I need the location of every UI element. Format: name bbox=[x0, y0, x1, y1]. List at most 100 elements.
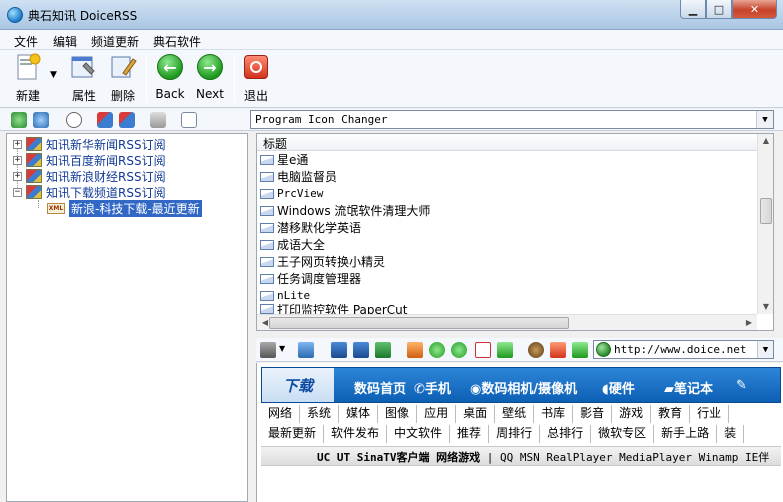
tree-item-sina-tech-download[interactable]: XML 新浪-科技下载-最近更新 bbox=[47, 199, 202, 217]
page-icon[interactable] bbox=[331, 342, 347, 358]
subnav-link[interactable]: 系统 bbox=[300, 405, 340, 423]
nav-camera[interactable]: ◉数码相机/摄像机 bbox=[470, 378, 577, 397]
banner-links[interactable]: | QQ MSN RealPlayer MediaPlayer Winamp I… bbox=[480, 451, 770, 464]
list-horizontal-scrollbar[interactable]: ◀ ▶ bbox=[257, 314, 757, 330]
close-button[interactable]: ✕ bbox=[732, 0, 777, 19]
list-item[interactable]: nLite bbox=[260, 287, 310, 304]
list-item[interactable]: Windows 流氓软件清理大师 bbox=[260, 202, 430, 219]
scroll-down-icon[interactable]: ▼ bbox=[758, 302, 773, 311]
horizontal-splitter[interactable] bbox=[256, 331, 774, 337]
tree-item-xinhua[interactable]: + 知讯新华新闻RSS订阅 bbox=[13, 136, 166, 152]
subnav-link[interactable]: 新手上路 bbox=[654, 425, 718, 443]
menu-doice-software[interactable]: 典石软件 bbox=[153, 33, 201, 50]
column-header-title[interactable]: 标题 bbox=[257, 134, 757, 151]
new-dropdown-icon[interactable]: ▼ bbox=[50, 70, 57, 80]
tree-item-sina-finance[interactable]: + 知讯新浪财经RSS订阅 bbox=[13, 168, 166, 184]
vertical-splitter[interactable] bbox=[248, 133, 256, 502]
fullscreen-icon[interactable] bbox=[375, 342, 391, 358]
subnav-link[interactable]: 图像 bbox=[378, 405, 418, 423]
scroll-thumb[interactable] bbox=[269, 317, 569, 329]
browser-forward-icon[interactable] bbox=[451, 342, 467, 358]
chevron-down-icon[interactable]: ▼ bbox=[757, 341, 773, 358]
print-icon[interactable] bbox=[260, 342, 276, 358]
subnav-link[interactable]: 应用 bbox=[417, 405, 457, 423]
update-globe-icon[interactable] bbox=[33, 112, 49, 128]
site-logo[interactable]: 下载 bbox=[262, 368, 334, 402]
nav-laptop[interactable]: ▰笔记本 bbox=[664, 378, 713, 397]
subnav-link[interactable]: 书库 bbox=[534, 405, 574, 423]
address-bar[interactable]: http://www.doice.net ▼ bbox=[593, 340, 774, 359]
list-item[interactable]: 电脑监督员 bbox=[260, 168, 337, 185]
nav-more-icon[interactable]: ✎ bbox=[736, 378, 747, 393]
subnav-link[interactable]: 周排行 bbox=[489, 425, 541, 443]
banner-links-bold[interactable]: UC UT SinaTV客户端 网络游戏 bbox=[317, 451, 480, 464]
favorites-icon[interactable] bbox=[550, 342, 566, 358]
subnav-link[interactable]: 装 bbox=[717, 425, 745, 443]
expand-icon[interactable]: + bbox=[13, 139, 22, 149]
add-feed-icon[interactable] bbox=[97, 112, 113, 128]
subnav-link[interactable]: 软件发布 bbox=[324, 425, 388, 443]
window-icon[interactable] bbox=[353, 342, 369, 358]
menu-edit[interactable]: 编辑 bbox=[53, 33, 77, 50]
search-binoculars-icon[interactable] bbox=[528, 342, 544, 358]
subnav-link[interactable]: 网络 bbox=[261, 405, 301, 423]
subnav-link[interactable]: 壁纸 bbox=[495, 405, 535, 423]
list-item[interactable]: 王子网页转换小精灵 bbox=[260, 253, 385, 270]
tree-item-baidu[interactable]: + 知讯百度新闻RSS订阅 bbox=[13, 152, 166, 168]
tree-item-download[interactable]: − 知讯下载频道RSS订阅 bbox=[13, 184, 166, 200]
new-button[interactable]: 新建 bbox=[10, 53, 46, 105]
list-item[interactable]: 任务调度管理器 bbox=[260, 270, 361, 287]
chevron-down-icon[interactable]: ▼ bbox=[756, 111, 773, 128]
list-item[interactable]: 打印监控软件 PaperCut bbox=[260, 304, 408, 314]
remove-feed-icon[interactable] bbox=[119, 112, 135, 128]
print-dropdown-icon[interactable]: ▼ bbox=[279, 344, 285, 353]
subnav-link[interactable]: 媒体 bbox=[339, 405, 379, 423]
subnav-link[interactable]: 桌面 bbox=[456, 405, 496, 423]
properties-button[interactable]: 属性 bbox=[66, 53, 102, 105]
subnav-link[interactable]: 最新更新 bbox=[261, 425, 325, 443]
maximize-button[interactable]: □ bbox=[706, 0, 732, 19]
save-icon[interactable] bbox=[298, 342, 314, 358]
filter-select[interactable]: Program Icon Changer ▼ bbox=[250, 110, 774, 129]
menu-file[interactable]: 文件 bbox=[14, 33, 38, 50]
subnav-link[interactable]: 行业 bbox=[690, 405, 730, 423]
preview-icon[interactable] bbox=[181, 112, 197, 128]
list-item[interactable]: 星e通 bbox=[260, 151, 308, 168]
expand-icon[interactable]: + bbox=[13, 155, 22, 165]
scroll-thumb[interactable] bbox=[760, 198, 772, 224]
subnav-link[interactable]: 中文软件 bbox=[387, 425, 451, 443]
nav-phone[interactable]: ✆手机 bbox=[414, 378, 451, 397]
nav-hardware[interactable]: ◖硬件 bbox=[602, 378, 635, 397]
list-item[interactable]: 成语大全 bbox=[260, 236, 325, 253]
home-icon[interactable] bbox=[407, 342, 423, 358]
delete-button[interactable]: 删除 bbox=[105, 53, 141, 105]
subnav-link[interactable]: 影音 bbox=[573, 405, 613, 423]
next-button[interactable]: → Next bbox=[193, 53, 227, 105]
expand-icon[interactable]: + bbox=[13, 171, 22, 181]
subnav-link[interactable]: 微软专区 bbox=[591, 425, 655, 443]
scroll-right-icon[interactable]: ▶ bbox=[741, 318, 757, 327]
list-item[interactable]: 潜移默化学英语 bbox=[260, 219, 361, 236]
download-icon[interactable] bbox=[11, 112, 27, 128]
browser-back-icon[interactable] bbox=[429, 342, 445, 358]
refresh-icon[interactable] bbox=[497, 342, 513, 358]
go-icon[interactable] bbox=[572, 342, 588, 358]
subnav-link[interactable]: 推荐 bbox=[450, 425, 490, 443]
list-vertical-scrollbar[interactable]: ▲ ▼ bbox=[757, 134, 773, 314]
exit-label: 退出 bbox=[243, 89, 268, 103]
subnav-link[interactable]: 游戏 bbox=[612, 405, 652, 423]
list-item[interactable]: PrcView bbox=[260, 185, 323, 202]
back-button[interactable]: ← Back bbox=[153, 53, 187, 105]
nav-digital-home[interactable]: 数码首页 bbox=[354, 378, 406, 397]
menu-channel-update[interactable]: 频道更新 bbox=[91, 33, 139, 50]
collapse-icon[interactable]: − bbox=[13, 187, 22, 197]
link-icon[interactable] bbox=[150, 112, 166, 128]
scroll-up-icon[interactable]: ▲ bbox=[758, 136, 773, 145]
subnav-link[interactable]: 总排行 bbox=[540, 425, 592, 443]
find-icon[interactable] bbox=[66, 112, 82, 128]
exit-button[interactable]: 退出 bbox=[240, 53, 272, 105]
web-view: 下载 数码首页 ✆手机 ◉数码相机/摄像机 ◖硬件 ▰笔记本 ✎ 网络 系统 媒… bbox=[256, 363, 783, 502]
subnav-link[interactable]: 教育 bbox=[651, 405, 691, 423]
minimize-button[interactable]: ▁ bbox=[680, 0, 706, 19]
stop-icon[interactable] bbox=[475, 342, 491, 358]
